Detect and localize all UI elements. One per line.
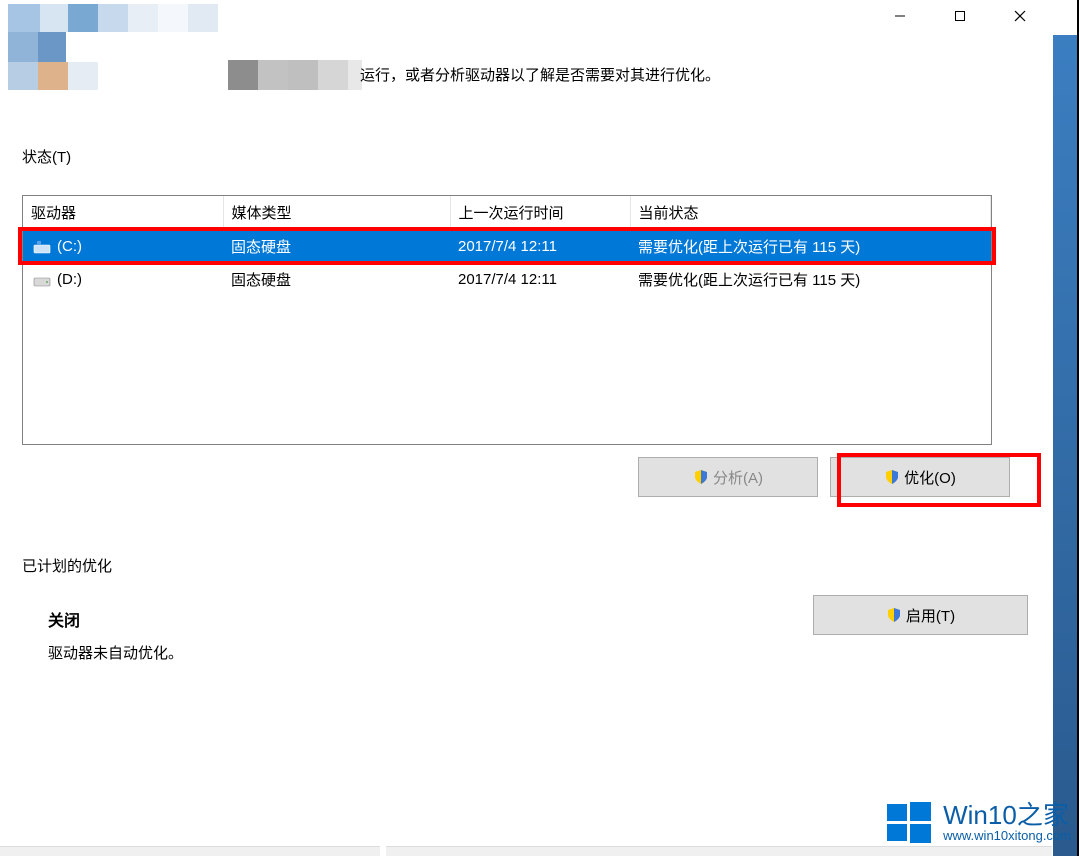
windows-logo-icon <box>885 798 933 846</box>
ghost-bar <box>0 846 380 856</box>
media-type: 固态硬盘 <box>223 263 450 296</box>
close-button[interactable] <box>990 0 1050 32</box>
current-state: 需要优化(距上次运行已有 115 天) <box>630 263 991 296</box>
scheduled-noauto-label: 驱动器未自动优化。 <box>48 642 183 663</box>
enable-button-label: 启用(T) <box>906 605 955 626</box>
watermark-url: www.win10xitong.com <box>943 829 1071 843</box>
current-state: 需要优化(距上次运行已有 115 天) <box>630 230 991 264</box>
description-text: 运行，或者分析驱动器以了解是否需要对其进行优化。 <box>360 64 720 85</box>
analyze-button-label: 分析(A) <box>713 467 763 488</box>
censored-region <box>0 0 370 95</box>
desktop-background <box>1053 35 1077 856</box>
drive-table: 驱动器 媒体类型 上一次运行时间 当前状态 (C:) 固态硬盘2017/7/4 1… <box>22 195 992 445</box>
minimize-button[interactable] <box>870 0 930 32</box>
shield-icon <box>693 469 709 485</box>
shield-icon <box>886 607 902 623</box>
maximize-button[interactable] <box>930 0 990 32</box>
scheduled-section-label: 已计划的优化 <box>22 555 112 576</box>
optimize-button[interactable]: 优化(O) <box>830 457 1010 497</box>
table-row[interactable]: (C:) 固态硬盘2017/7/4 12:11需要优化(距上次运行已有 115 天… <box>23 230 991 264</box>
col-header-media[interactable]: 媒体类型 <box>223 196 450 230</box>
media-type: 固态硬盘 <box>223 230 450 264</box>
drive-icon <box>33 273 51 287</box>
drive-label: (D:) <box>57 271 82 288</box>
table-row[interactable]: (D:) 固态硬盘2017/7/4 12:11需要优化(距上次运行已有 115 天… <box>23 263 991 296</box>
drive-icon <box>33 240 51 254</box>
window-controls <box>870 0 1050 32</box>
col-header-drive[interactable]: 驱动器 <box>23 196 223 230</box>
watermark: Win10之家 www.win10xitong.com <box>885 798 1071 846</box>
watermark-brand: Win10 <box>943 800 1017 830</box>
table-header-row: 驱动器 媒体类型 上一次运行时间 当前状态 <box>23 196 991 230</box>
watermark-brand-zh: 之家 <box>1017 800 1069 830</box>
scheduled-status-label: 关闭 <box>48 607 80 631</box>
analyze-button[interactable]: 分析(A) <box>638 457 818 497</box>
col-header-state[interactable]: 当前状态 <box>630 196 991 230</box>
col-header-last-run[interactable]: 上一次运行时间 <box>450 196 630 230</box>
ghost-bar <box>386 846 1052 856</box>
enable-button[interactable]: 启用(T) <box>813 595 1028 635</box>
drive-label: (C:) <box>57 238 82 255</box>
status-label: 状态(T) <box>22 146 71 167</box>
optimize-button-label: 优化(O) <box>904 467 956 488</box>
shield-icon <box>884 469 900 485</box>
action-button-row: 分析(A) 优化(O) <box>22 457 1010 497</box>
last-run: 2017/7/4 12:11 <box>450 263 630 296</box>
last-run: 2017/7/4 12:11 <box>450 230 630 264</box>
